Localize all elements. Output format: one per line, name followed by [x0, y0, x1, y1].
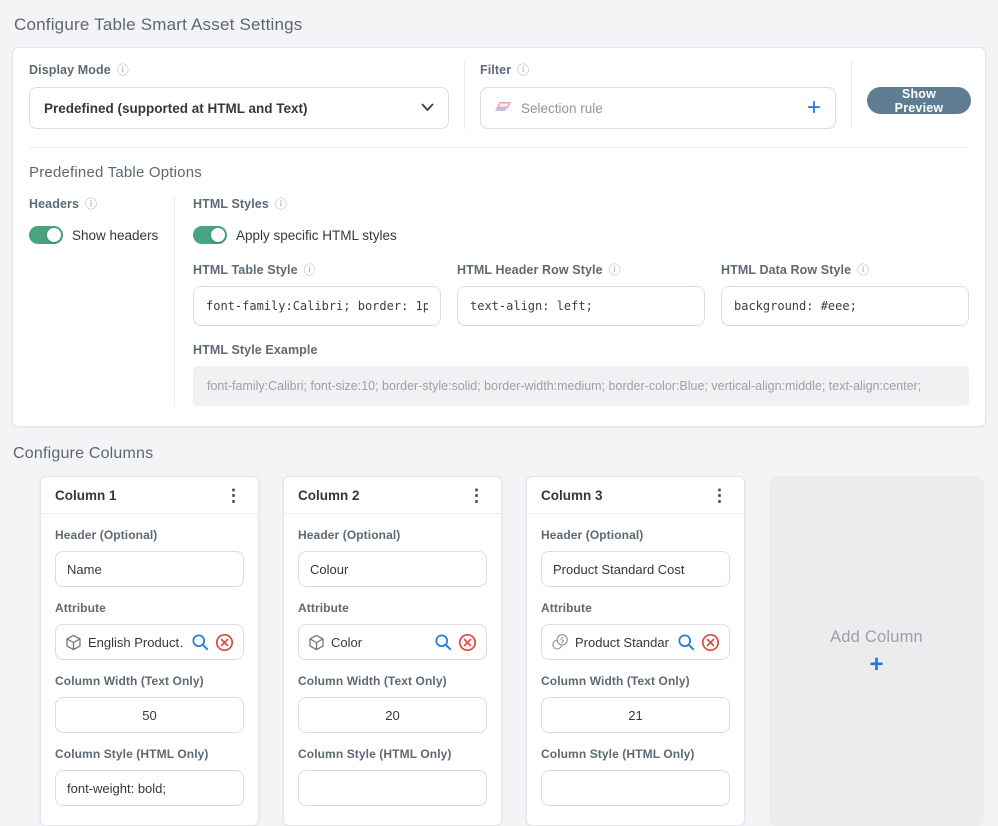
html-table-style-label: HTML Table Style — [193, 263, 298, 277]
display-mode-select[interactable]: Predefined (supported at HTML and Text) — [29, 87, 449, 129]
display-mode-label: Display Mode — [29, 63, 111, 77]
remove-attribute-icon[interactable] — [215, 633, 234, 652]
column-width-label: Column Width (Text Only) — [298, 674, 447, 688]
column-card-1: Column 1 ⋮ Header (Optional) Attribute E… — [40, 476, 259, 826]
info-icon[interactable]: ⓘ — [117, 64, 129, 76]
add-column-button[interactable]: Add Column + — [769, 476, 984, 826]
show-headers-toggle-label: Show headers — [72, 228, 158, 243]
html-style-example-group: HTML Style Example font-family:Calibri; … — [193, 342, 969, 406]
info-icon[interactable]: ⓘ — [304, 264, 316, 276]
html-styles-label: HTML Styles — [193, 197, 269, 211]
apply-html-styles-toggle-label: Apply specific HTML styles — [236, 228, 397, 243]
column-header-input[interactable] — [55, 551, 244, 587]
search-icon[interactable] — [191, 633, 209, 651]
divider — [464, 62, 465, 129]
show-preview-button[interactable]: Show Preview — [867, 87, 971, 114]
cube-icon — [308, 634, 325, 651]
search-icon[interactable] — [677, 633, 695, 651]
column-card-title: Column 1 — [55, 488, 117, 503]
column-card-title: Column 2 — [298, 488, 360, 503]
column-card-2: Column 2 ⋮ Header (Optional) Attribute C… — [283, 476, 502, 826]
filter-label: Filter — [480, 63, 511, 77]
info-icon[interactable]: ⓘ — [857, 264, 869, 276]
header-optional-label: Header (Optional) — [298, 528, 400, 542]
kebab-menu-icon[interactable]: ⋮ — [221, 487, 246, 504]
html-data-row-style-input[interactable] — [721, 286, 969, 326]
attribute-value: Color — [331, 635, 428, 650]
column-style-input[interactable] — [298, 770, 487, 806]
filter-group: Filter ⓘ Selection rule + — [480, 62, 836, 129]
remove-attribute-icon[interactable] — [458, 633, 477, 652]
page-title: Configure Table Smart Asset Settings — [0, 0, 998, 47]
predefined-table-options: Predefined Table Options Headers ⓘ Show … — [13, 148, 985, 426]
plus-icon: + — [869, 655, 883, 674]
column-style-label: Column Style (HTML Only) — [541, 747, 695, 761]
columns-row: Column 1 ⋮ Header (Optional) Attribute E… — [40, 476, 984, 826]
kebab-menu-icon[interactable]: ⋮ — [464, 487, 489, 504]
header-optional-label: Header (Optional) — [541, 528, 643, 542]
page: Configure Table Smart Asset Settings Dis… — [0, 0, 998, 817]
configure-columns-title: Configure Columns — [13, 445, 998, 463]
attribute-label: Attribute — [298, 601, 349, 615]
column-style-label: Column Style (HTML Only) — [55, 747, 209, 761]
headers-option-group: Headers ⓘ Show headers — [29, 196, 175, 406]
attribute-picker[interactable]: English Product… — [55, 624, 244, 660]
column-width-label: Column Width (Text Only) — [541, 674, 690, 688]
apply-html-styles-toggle[interactable] — [193, 226, 227, 244]
html-table-style-input[interactable] — [193, 286, 441, 326]
column-card-title: Column 3 — [541, 488, 603, 503]
coins-icon: $ — [551, 633, 569, 651]
info-icon[interactable]: ⓘ — [275, 198, 287, 210]
divider — [851, 62, 852, 129]
add-filter-button[interactable]: + — [805, 96, 823, 120]
column-width-input[interactable] — [541, 697, 730, 733]
html-styles-option-group: HTML Styles ⓘ Apply specific HTML styles… — [175, 196, 969, 406]
html-header-row-style-group: HTML Header Row Style ⓘ — [457, 262, 705, 326]
column-style-input[interactable] — [541, 770, 730, 806]
attribute-label: Attribute — [541, 601, 592, 615]
info-icon[interactable]: ⓘ — [85, 198, 97, 210]
info-icon[interactable]: ⓘ — [609, 264, 621, 276]
selection-rule-icon — [493, 98, 512, 118]
html-header-row-style-input[interactable] — [457, 286, 705, 326]
column-card-3: Column 3 ⋮ Header (Optional) Attribute — [526, 476, 745, 826]
info-icon[interactable]: ⓘ — [517, 64, 529, 76]
attribute-picker[interactable]: $ Product Standar… — [541, 624, 730, 660]
cube-icon — [65, 634, 82, 651]
attribute-value: English Product… — [88, 635, 185, 650]
remove-attribute-icon[interactable] — [701, 633, 720, 652]
attribute-label: Attribute — [55, 601, 106, 615]
column-width-label: Column Width (Text Only) — [55, 674, 204, 688]
kebab-menu-icon[interactable]: ⋮ — [707, 487, 732, 504]
search-icon[interactable] — [434, 633, 452, 651]
show-headers-toggle[interactable] — [29, 226, 63, 244]
attribute-value: Product Standar… — [575, 635, 671, 650]
display-mode-group: Display Mode ⓘ Predefined (supported at … — [29, 62, 449, 129]
chevron-down-icon — [421, 99, 434, 117]
filter-placeholder: Selection rule — [521, 101, 796, 116]
column-style-input[interactable] — [55, 770, 244, 806]
column-style-label: Column Style (HTML Only) — [298, 747, 452, 761]
attribute-picker[interactable]: Color — [298, 624, 487, 660]
html-data-row-style-label: HTML Data Row Style — [721, 263, 851, 277]
column-header-input[interactable] — [541, 551, 730, 587]
settings-top-row: Display Mode ⓘ Predefined (supported at … — [13, 48, 985, 147]
filter-selection-rule-field[interactable]: Selection rule + — [480, 87, 836, 129]
column-width-input[interactable] — [298, 697, 487, 733]
html-header-row-style-label: HTML Header Row Style — [457, 263, 603, 277]
display-mode-value: Predefined (supported at HTML and Text) — [44, 101, 421, 116]
headers-label: Headers — [29, 197, 79, 211]
html-data-row-style-group: HTML Data Row Style ⓘ — [721, 262, 969, 326]
header-optional-label: Header (Optional) — [55, 528, 157, 542]
html-table-style-group: HTML Table Style ⓘ — [193, 262, 441, 326]
column-width-input[interactable] — [55, 697, 244, 733]
svg-text:$: $ — [560, 635, 565, 644]
settings-panel: Display Mode ⓘ Predefined (supported at … — [12, 47, 986, 427]
options-section-title: Predefined Table Options — [29, 164, 969, 181]
html-style-example-label: HTML Style Example — [193, 343, 318, 357]
html-style-example-text: font-family:Calibri; font-size:10; borde… — [193, 366, 969, 406]
column-header-input[interactable] — [298, 551, 487, 587]
add-column-label: Add Column — [830, 628, 923, 647]
